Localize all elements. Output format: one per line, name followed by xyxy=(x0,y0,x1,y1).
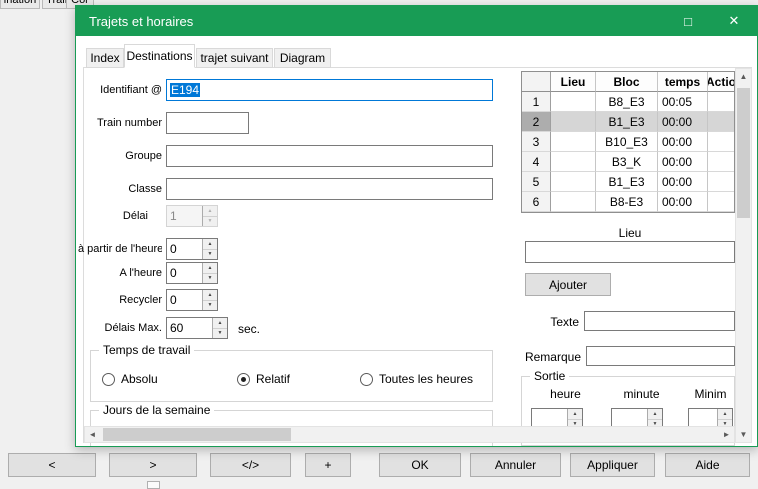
delai-value: 1 xyxy=(167,206,202,226)
tab-diagram[interactable]: Diagram xyxy=(274,48,331,68)
sortie-col-minute: minute xyxy=(614,387,669,401)
cancel-button[interactable]: Annuler xyxy=(470,453,561,477)
sortie-minute-up-icon[interactable]: ▲ xyxy=(648,409,662,420)
a-lheure-up-icon[interactable]: ▲ xyxy=(203,263,217,274)
dialog-titlebar[interactable]: Trajets et horaires □ ✕ xyxy=(76,6,757,36)
recycler-up-icon[interactable]: ▲ xyxy=(203,290,217,301)
a-partir-value: 0 xyxy=(167,239,202,259)
a-lheure-value: 0 xyxy=(167,263,202,283)
classe-label: Classe xyxy=(78,178,162,200)
a-lheure-label: A l'heure xyxy=(78,262,162,284)
radio-absolu-label: Absolu xyxy=(121,372,158,386)
recycler-value: 0 xyxy=(167,290,202,310)
screen: ination Train Cor < > </> + OK Annuler A… xyxy=(0,0,758,489)
radio-absolu-icon[interactable] xyxy=(102,373,115,386)
nav-code-button[interactable]: </> xyxy=(210,453,291,477)
lieu-label: Lieu xyxy=(525,226,735,240)
temps-de-travail-title: Temps de travail xyxy=(99,343,194,357)
delai-up-icon: ▲ xyxy=(203,206,217,217)
delai-label: Délai xyxy=(78,205,148,227)
sec-unit-label: sec. xyxy=(238,322,273,336)
menu-item-ination[interactable]: ination xyxy=(0,0,40,9)
apply-button[interactable]: Appliquer xyxy=(570,453,655,477)
radio-relatif-label: Relatif xyxy=(256,372,290,386)
destinations-table: Lieu Bloc temps Actio 1 B8_E3 00:05 2 B1… xyxy=(521,71,735,213)
lieu-field[interactable] xyxy=(525,241,735,263)
vertical-scrollbar-thumb[interactable] xyxy=(737,88,750,218)
train-number-field[interactable] xyxy=(166,112,249,134)
sortie-col-heure: heure xyxy=(538,387,593,401)
recycler-spinner[interactable]: 0 ▲▼ xyxy=(166,289,218,311)
remarque-field[interactable] xyxy=(586,346,735,366)
header-temps: temps xyxy=(658,72,708,92)
a-partir-up-icon[interactable]: ▲ xyxy=(203,239,217,250)
radio-relatif-icon[interactable] xyxy=(237,373,250,386)
groupe-label: Groupe xyxy=(78,145,162,167)
recycler-label: Recycler xyxy=(78,289,162,311)
texte-field[interactable] xyxy=(584,311,735,331)
ok-button[interactable]: OK xyxy=(379,453,461,477)
close-icon[interactable]: ✕ xyxy=(711,6,757,36)
temps-de-travail-group: Temps de travail Absolu Relatif Toutes l… xyxy=(90,350,493,402)
sortie-minim-up-icon[interactable]: ▲ xyxy=(718,409,732,420)
scroll-left-icon[interactable]: ◄ xyxy=(85,427,100,442)
a-lheure-spinner[interactable]: 0 ▲▼ xyxy=(166,262,218,284)
classe-field[interactable] xyxy=(166,178,493,200)
texte-label: Texte xyxy=(516,315,579,329)
vertical-scrollbar[interactable]: ▲ ▼ xyxy=(735,68,752,443)
header-action: Actio xyxy=(708,72,734,92)
nav-prev-button[interactable]: < xyxy=(8,453,96,477)
recycler-down-icon[interactable]: ▼ xyxy=(203,301,217,311)
ajouter-button[interactable]: Ajouter xyxy=(525,273,611,296)
delais-max-spinner[interactable]: 60 ▲▼ xyxy=(166,317,228,339)
delais-max-down-icon[interactable]: ▼ xyxy=(213,329,227,339)
radio-toutes-les-heures[interactable]: Toutes les heures xyxy=(360,372,473,386)
tab-destinations[interactable]: Destinations xyxy=(124,44,195,68)
header-corner xyxy=(522,72,551,92)
a-lheure-down-icon[interactable]: ▼ xyxy=(203,274,217,284)
sortie-title: Sortie xyxy=(530,369,569,383)
a-partir-down-icon[interactable]: ▼ xyxy=(203,250,217,260)
remarque-label: Remarque xyxy=(496,350,581,364)
tab-index[interactable]: Index xyxy=(86,48,124,68)
scroll-up-icon[interactable]: ▲ xyxy=(736,69,751,84)
delais-max-value: 60 xyxy=(167,318,212,338)
radio-toutes-icon[interactable] xyxy=(360,373,373,386)
header-lieu: Lieu xyxy=(551,72,596,92)
horizontal-scrollbar-thumb[interactable] xyxy=(103,428,291,441)
nav-next-button[interactable]: > xyxy=(109,453,197,477)
dialog-title: Trajets et horaires xyxy=(89,14,193,29)
delais-max-label: Délais Max. xyxy=(78,317,162,339)
scroll-right-icon[interactable]: ► xyxy=(719,427,734,442)
header-bloc: Bloc xyxy=(596,72,658,92)
dialog-trajets-et-horaires: Trajets et horaires □ ✕ Index Destinatio… xyxy=(75,5,758,447)
identifiant-label: Identifiant @ xyxy=(78,79,162,101)
delais-max-up-icon[interactable]: ▲ xyxy=(213,318,227,329)
radio-relatif[interactable]: Relatif xyxy=(237,372,290,386)
radio-toutes-label: Toutes les heures xyxy=(379,372,473,386)
groupe-field[interactable] xyxy=(166,145,493,167)
delai-down-icon: ▼ xyxy=(203,217,217,227)
a-partir-label: à partir de l'heure xyxy=(78,238,162,260)
maximize-icon[interactable]: □ xyxy=(665,6,711,36)
identifiant-value: E194 xyxy=(170,83,200,97)
window-controls: □ ✕ xyxy=(665,6,757,36)
horizontal-scrollbar[interactable]: ◄ ► xyxy=(84,426,735,443)
help-button[interactable]: Aide xyxy=(665,453,750,477)
jours-title: Jours de la semaine xyxy=(99,403,214,417)
identifiant-field[interactable]: E194 xyxy=(166,79,493,101)
sortie-col-minim: Minim xyxy=(688,387,733,401)
sortie-heure-up-icon[interactable]: ▲ xyxy=(568,409,582,420)
train-number-label: Train number xyxy=(78,112,162,134)
a-partir-spinner[interactable]: 0 ▲▼ xyxy=(166,238,218,260)
delai-spinner: 1 ▲▼ xyxy=(166,205,218,227)
background-fragment xyxy=(147,481,160,489)
scroll-down-icon[interactable]: ▼ xyxy=(736,427,751,442)
nav-add-button[interactable]: + xyxy=(305,453,351,477)
tab-trajet-suivant[interactable]: trajet suivant xyxy=(196,48,273,68)
radio-absolu[interactable]: Absolu xyxy=(102,372,158,386)
